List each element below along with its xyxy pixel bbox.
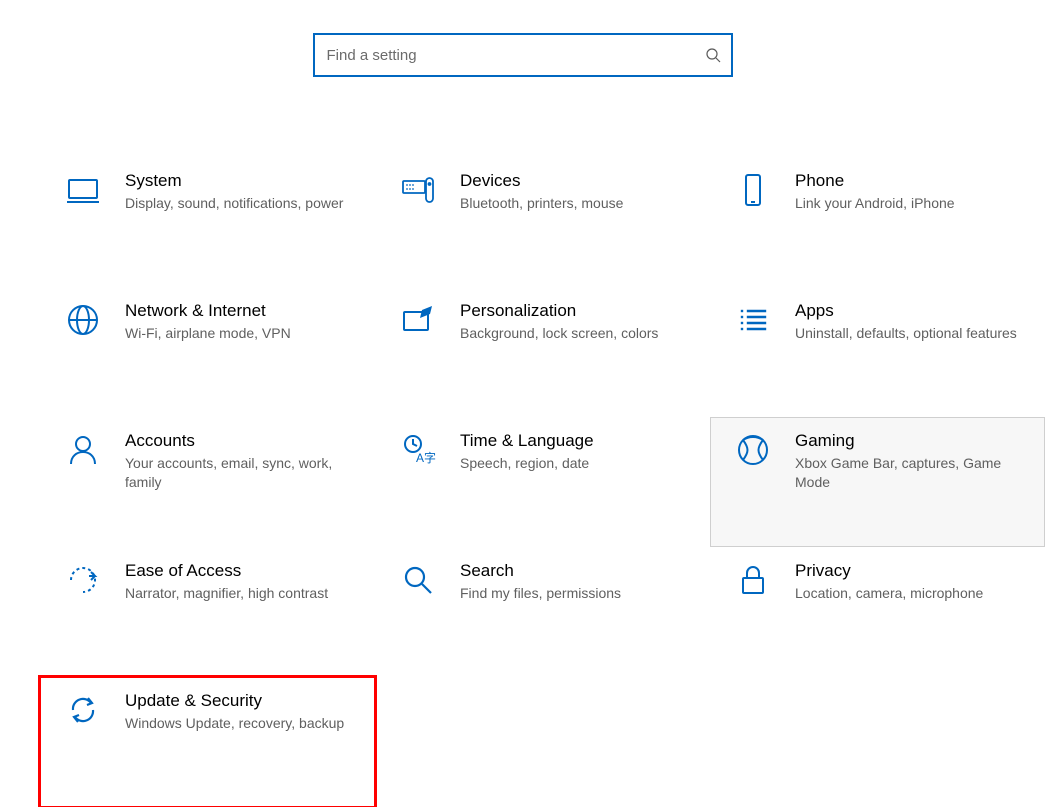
personalization-icon xyxy=(396,302,440,346)
tile-ease-of-access[interactable]: Ease of Access Narrator, magnifier, high… xyxy=(40,547,375,677)
globe-icon xyxy=(61,302,105,346)
search-icon xyxy=(705,47,721,63)
tile-title: Search xyxy=(460,560,687,582)
tile-privacy[interactable]: Privacy Location, camera, microphone xyxy=(710,547,1045,677)
time-language-icon: A字 xyxy=(396,432,440,476)
tile-desc: Background, lock screen, colors xyxy=(460,324,687,343)
update-icon xyxy=(61,692,105,736)
apps-icon xyxy=(731,302,775,346)
tile-desc: Your accounts, email, sync, work, family xyxy=(125,454,352,492)
tile-update-security[interactable]: Update & Security Windows Update, recove… xyxy=(40,677,375,807)
tile-desc: Speech, region, date xyxy=(460,454,687,473)
tile-title: Personalization xyxy=(460,300,687,322)
tile-desc: Location, camera, microphone xyxy=(795,584,1022,603)
tile-phone[interactable]: Phone Link your Android, iPhone xyxy=(710,157,1045,287)
tile-desc: Wi-Fi, airplane mode, VPN xyxy=(125,324,352,343)
search-input[interactable] xyxy=(325,46,705,65)
devices-icon xyxy=(396,172,440,216)
tile-apps[interactable]: Apps Uninstall, defaults, optional featu… xyxy=(710,287,1045,417)
tile-desc: Display, sound, notifications, power xyxy=(125,194,352,213)
tile-desc: Link your Android, iPhone xyxy=(795,194,1022,213)
tile-title: System xyxy=(125,170,352,192)
tile-desc: Xbox Game Bar, captures, Game Mode xyxy=(795,454,1022,492)
tile-desc: Narrator, magnifier, high contrast xyxy=(125,584,352,603)
tile-title: Ease of Access xyxy=(125,560,352,582)
accounts-icon xyxy=(61,432,105,476)
tile-accounts[interactable]: Accounts Your accounts, email, sync, wor… xyxy=(40,417,375,547)
tile-desc: Uninstall, defaults, optional features xyxy=(795,324,1022,343)
tile-title: Gaming xyxy=(795,430,1022,452)
tile-desc: Windows Update, recovery, backup xyxy=(125,714,352,733)
tile-title: Update & Security xyxy=(125,690,352,712)
tile-personalization[interactable]: Personalization Background, lock screen,… xyxy=(375,287,710,417)
system-icon xyxy=(61,172,105,216)
tile-desc: Find my files, permissions xyxy=(460,584,687,603)
tile-network[interactable]: Network & Internet Wi-Fi, airplane mode,… xyxy=(40,287,375,417)
tile-title: Apps xyxy=(795,300,1022,322)
tile-title: Accounts xyxy=(125,430,352,452)
tile-desc: Bluetooth, printers, mouse xyxy=(460,194,687,213)
tile-title: Privacy xyxy=(795,560,1022,582)
gaming-icon xyxy=(731,432,775,476)
tile-gaming[interactable]: Gaming Xbox Game Bar, captures, Game Mod… xyxy=(710,417,1045,547)
settings-grid: System Display, sound, notifications, po… xyxy=(0,157,1045,807)
svg-text:A字: A字 xyxy=(416,450,436,465)
lock-icon xyxy=(731,562,775,606)
search-box[interactable] xyxy=(313,33,733,77)
ease-icon xyxy=(61,562,105,606)
tile-title: Phone xyxy=(795,170,1022,192)
phone-icon xyxy=(731,172,775,216)
tile-system[interactable]: System Display, sound, notifications, po… xyxy=(40,157,375,287)
tile-search[interactable]: Search Find my files, permissions xyxy=(375,547,710,677)
tile-devices[interactable]: Devices Bluetooth, printers, mouse xyxy=(375,157,710,287)
tile-title: Devices xyxy=(460,170,687,192)
tile-time-language[interactable]: A字 Time & Language Speech, region, date xyxy=(375,417,710,547)
tile-title: Time & Language xyxy=(460,430,687,452)
search-tile-icon xyxy=(396,562,440,606)
tile-title: Network & Internet xyxy=(125,300,352,322)
